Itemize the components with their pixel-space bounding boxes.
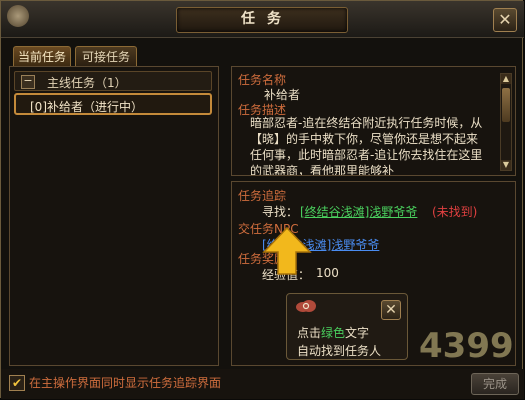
checkmark-icon: ✔ (11, 376, 23, 390)
window-emblem-icon (7, 5, 29, 27)
popup-line1-post: 文字 (345, 326, 370, 340)
popup-line-2: 自动找到任务人 (297, 344, 382, 358)
popup-close-button[interactable]: ✕ (381, 300, 401, 320)
popup-line1-pre: 点击 (297, 326, 322, 340)
scroll-up-icon[interactable]: ▲ (501, 74, 511, 84)
scroll-thumb[interactable] (502, 88, 510, 122)
close-button[interactable]: ✕ (493, 8, 517, 32)
scroll-down-icon[interactable]: ▼ (501, 160, 511, 170)
checkbox-label[interactable]: 在主操作界面同时显示任务追踪界面 (29, 374, 221, 391)
popup-line1-green: 绿色 (321, 326, 346, 340)
quest-group-main[interactable]: − 主线任务（1） (14, 71, 212, 91)
quest-description: 暗部忍者-追在终结谷附近执行任务时候，从【晓】的手中救下你，尽管你还是想不起来任… (250, 116, 483, 175)
exp-value: 100 (316, 266, 339, 280)
tab-available-quests[interactable]: 可接任务 (75, 46, 137, 67)
close-icon: ✕ (385, 302, 397, 318)
quest-window: 任务 ✕ 当前任务 可接任务 − 主线任务（1） [0]补给者（进行中） 任务名… (0, 0, 524, 399)
quest-group-label: 主线任务（1） (47, 76, 127, 90)
popup-line-1: 点击绿色文字 (297, 324, 369, 341)
find-prefix: 寻找： (262, 205, 299, 219)
window-title: 任务 (241, 11, 293, 27)
close-icon: ✕ (498, 10, 512, 29)
cloud-icon (296, 300, 316, 312)
footer-bar: ✔ 在主操作界面同时显示任务追踪界面 完成 (1, 369, 524, 399)
watermark-text: 4399 (419, 326, 514, 366)
collapse-icon[interactable]: − (21, 75, 35, 89)
find-npc-link[interactable]: [终结谷浅滩]浅野爷爷 (300, 203, 417, 220)
watermark-logo: 4399 (419, 326, 514, 366)
quest-list-item[interactable]: [0]补给者（进行中） (14, 93, 212, 115)
quest-list-panel: − 主线任务（1） [0]补给者（进行中） (9, 66, 219, 366)
detail-scrollbar[interactable]: ▲ ▼ (500, 73, 512, 171)
finish-button[interactable]: 完成 (471, 373, 519, 395)
quest-track-label: 任务追踪 (238, 189, 287, 203)
track-display-checkbox[interactable]: ✔ (9, 375, 25, 391)
title-bar[interactable]: 任务 ✕ (1, 1, 524, 38)
quest-detail-panel: 任务名称 补给者 任务描述 暗部忍者-追在终结谷附近执行任务时候，从【晓】的手中… (231, 66, 516, 176)
quest-item-label: [0]补给者（进行中） (30, 100, 143, 114)
find-status: (未找到) (432, 205, 478, 219)
pointer-arrow-icon (262, 226, 312, 275)
hint-popup: ✕ 点击绿色文字 自动找到任务人 (286, 293, 408, 360)
tab-current-quests[interactable]: 当前任务 (13, 46, 71, 67)
